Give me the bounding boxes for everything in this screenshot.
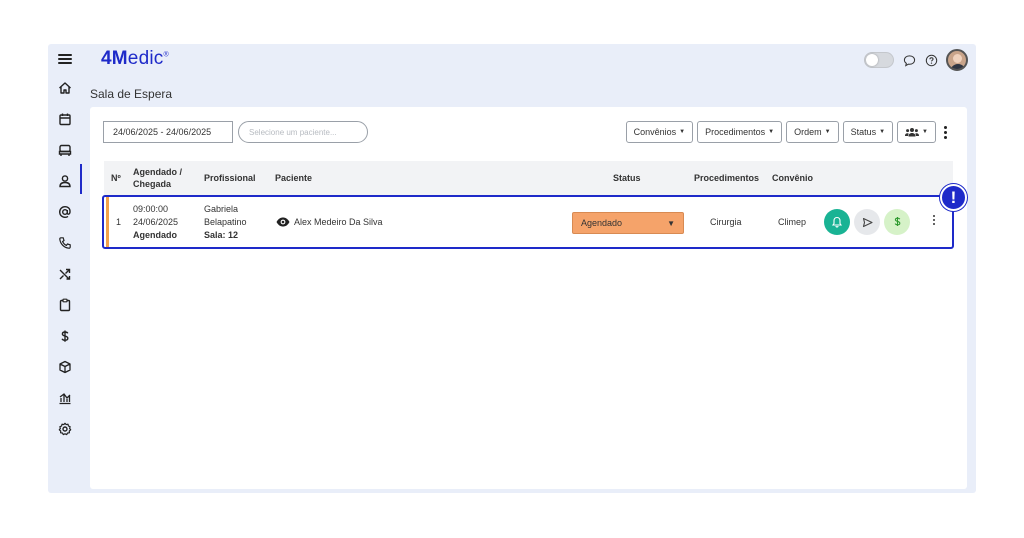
col-number: Nº [111,173,121,183]
status-select[interactable]: Agendado ▼ [572,212,684,234]
dropdown-arrow-icon: ▼ [667,218,675,228]
professionals-filter-button[interactable]: ▼ [897,121,936,143]
chevron-down-icon: ▼ [879,129,886,135]
at-icon[interactable] [57,204,73,220]
chevron-down-icon: ▼ [768,129,775,135]
status-filter-button[interactable]: Status ▼ [842,121,894,143]
clipboard-icon[interactable] [57,297,73,313]
status-filter-label: Status [850,127,877,137]
patient-search-input[interactable] [238,121,368,143]
help-icon[interactable] [924,53,938,67]
app-logo[interactable]: 4Medic® [101,48,169,70]
table-header: Nº Agendado / Chegada Profissional Pacie… [104,161,953,195]
dollar-icon[interactable] [57,328,73,344]
topbar-actions [864,49,968,71]
col-scheduled-line2: Chegada [133,179,172,189]
hamburger-menu-icon[interactable] [58,52,72,66]
send-button[interactable] [854,209,880,235]
col-professional: Profissional [204,173,256,183]
user-avatar[interactable] [946,49,968,71]
row-state: Agendado [133,230,177,240]
logo-bold: 4M [101,48,128,69]
order-filter-button[interactable]: Ordem ▼ [786,121,839,143]
row-status-accent [106,197,109,247]
row-insurance: Climep [778,217,807,227]
col-status: Status [613,173,641,183]
payment-button[interactable] [884,209,910,235]
more-options-icon[interactable] [940,121,950,143]
alert-symbol: ! [950,187,957,207]
chevron-down-icon: ▼ [922,129,928,135]
insurance-filter-label: Convênios [633,127,677,137]
home-icon[interactable] [57,80,73,96]
row-professional-first: Gabriela [204,204,239,214]
row-more-options-icon[interactable] [929,212,939,228]
bell-icon [831,216,843,228]
notify-bell-button[interactable] [824,209,850,235]
procedures-filter-button[interactable]: Procedimentos ▼ [697,121,783,143]
status-select-value: Agendado [581,218,623,228]
page-title: Sala de Espera [90,87,173,101]
chart-icon[interactable] [57,390,73,406]
col-procedures: Procedimentos [694,173,760,183]
alert-icon[interactable]: ! [940,184,967,211]
eye-icon[interactable] [276,217,290,229]
row-room: Sala: 12 [204,230,239,240]
row-professional-last: Belapatino [204,217,247,227]
logo-text: edic [127,48,164,69]
order-filter-label: Ordem [794,127,822,137]
row-time: 09:00:00 [133,204,169,214]
send-icon [862,217,873,227]
date-range-picker[interactable]: 24/06/2025 - 24/06/2025 [103,121,233,143]
chevron-down-icon: ▼ [824,129,831,135]
users-icon [905,128,920,137]
chevron-down-icon: ▼ [679,129,686,135]
col-patient: Paciente [275,173,313,183]
filter-bar: Convênios ▼ Procedimentos ▼ Ordem ▼ Status ▼… [625,121,950,143]
box-icon[interactable] [57,359,73,375]
logo-mark: ® [163,51,169,59]
sidebar-active-indicator [80,164,82,194]
waiting-room-icon[interactable] [57,142,73,158]
col-scheduled-line1: Agendado / [133,167,182,177]
waiting-room-card: 24/06/2025 - 24/06/2025 Convênios▼ Proce… [90,107,967,489]
user-icon[interactable] [57,173,73,189]
row-date: 24/06/2025 [133,217,179,227]
settings-icon[interactable] [57,421,73,437]
row-patient-name[interactable]: Alex Medeiro Da Silva [294,217,383,227]
insurance-filter-button[interactable]: Convênios ▼ [625,121,694,143]
dollar-icon [894,217,900,226]
row-procedure: Cirurgia [710,217,742,227]
row-number: 1 [116,217,122,227]
app-window: 4Medic® Sala de Espera 24/06/2025 - 24/0… [48,44,976,493]
chat-icon[interactable] [902,53,916,67]
col-insurance: Convênio [772,173,814,183]
procedures-filter-label: Procedimentos [705,127,766,137]
calendar-icon[interactable] [57,111,73,127]
theme-toggle[interactable] [864,52,894,68]
phone-icon[interactable] [57,235,73,251]
table-row[interactable]: 1 09:00:00 24/06/2025 Agendado Gabriela … [102,195,954,249]
shuffle-icon[interactable] [57,266,73,282]
